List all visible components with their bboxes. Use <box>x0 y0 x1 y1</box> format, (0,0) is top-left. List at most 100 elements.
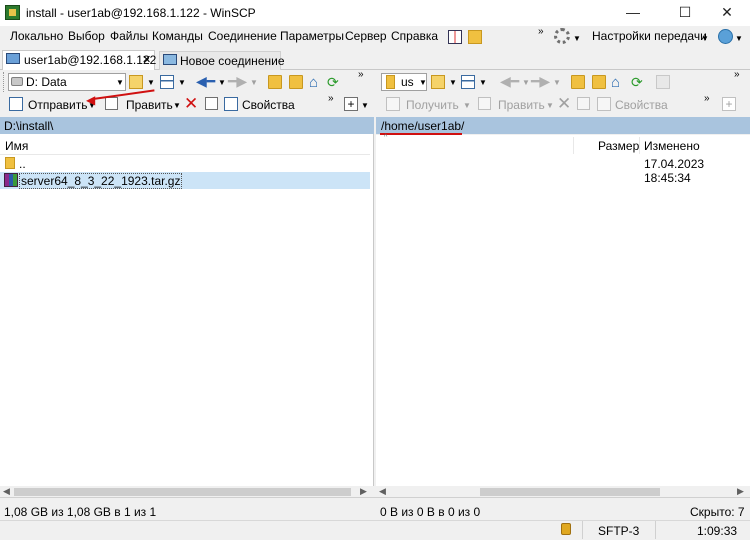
menu-files[interactable]: Файлы <box>110 29 148 43</box>
chevron-down-icon: ▼ <box>546 101 554 110</box>
open-folder-icon[interactable] <box>129 75 143 89</box>
chevron-down-icon[interactable]: ▼ <box>173 101 181 110</box>
chevron-down-icon[interactable]: ▼ <box>419 78 427 87</box>
menu-overflow-icon[interactable]: » <box>538 26 544 37</box>
hidden-count[interactable]: Скрыто: 7 <box>690 505 745 519</box>
chevron-down-icon[interactable]: ▼ <box>361 101 369 110</box>
archive-icon <box>4 173 18 187</box>
home-icon[interactable]: ⌂ <box>611 74 620 91</box>
left-path: D:\install\ <box>4 119 54 133</box>
column-size-header[interactable]: Размер <box>598 139 639 153</box>
chevron-down-icon: ▼ <box>250 78 258 87</box>
file-row-parent[interactable]: .. <box>19 157 26 171</box>
column-divider <box>639 137 640 154</box>
sync-icon[interactable] <box>468 30 482 44</box>
chevron-down-icon[interactable]: ▼ <box>178 78 186 87</box>
chevron-down-icon[interactable]: ▼ <box>449 78 457 87</box>
gear-icon[interactable] <box>554 28 570 44</box>
find-files-icon <box>656 75 670 89</box>
column-modified-header[interactable]: Изменено <box>644 139 700 153</box>
file-name[interactable]: server64_8_3_22_1923.tar.gz <box>19 173 183 189</box>
filter-icon[interactable] <box>160 75 174 89</box>
rename-icon <box>577 97 590 110</box>
menu-local[interactable]: Локально <box>10 29 63 43</box>
close-tab-icon[interactable]: ✕ <box>142 53 151 66</box>
chevron-down-icon: ▼ <box>463 101 471 110</box>
filter-icon[interactable] <box>461 75 475 89</box>
edit-button: Править <box>498 98 545 112</box>
menu-select[interactable]: Выбор <box>68 29 105 43</box>
menu-options[interactable]: Параметры <box>280 29 344 43</box>
back-icon: ◀━ <box>500 73 520 89</box>
parent-dir-icon[interactable] <box>268 75 282 89</box>
chevron-down-icon[interactable]: ▼ <box>479 78 487 87</box>
home-icon[interactable]: ⌂ <box>309 74 318 91</box>
chevron-down-icon[interactable]: ▼ <box>735 34 743 43</box>
chevron-down-icon[interactable]: ▼ <box>573 34 581 43</box>
maximize-button[interactable]: ☐ <box>662 0 708 26</box>
grid-icon[interactable] <box>448 30 462 44</box>
toolbar-overflow-icon[interactable]: » <box>734 69 740 80</box>
upload-icon[interactable] <box>9 97 23 111</box>
sort-indicator-icon: ^ <box>384 134 388 141</box>
left-path-bar[interactable] <box>0 117 374 134</box>
scroll-left-icon[interactable]: ◀ <box>3 486 10 497</box>
column-name-header[interactable]: Имя <box>5 139 28 153</box>
delete-icon[interactable]: ✕ <box>184 94 198 114</box>
new-icon[interactable]: + <box>344 97 358 111</box>
upload-button[interactable]: Отправить <box>28 98 88 112</box>
edit-button[interactable]: Править <box>126 98 173 112</box>
properties-button: Свойства <box>615 98 668 112</box>
remote-drive-label: us <box>401 75 414 89</box>
toolbar-overflow-icon[interactable]: » <box>704 93 710 104</box>
scroll-right-icon[interactable]: ▶ <box>360 486 367 497</box>
new-icon: + <box>722 97 736 111</box>
properties-button[interactable]: Свойства <box>242 98 295 112</box>
menu-server[interactable]: Сервер <box>345 29 387 43</box>
rename-icon[interactable] <box>205 97 218 110</box>
chevron-down-icon: ▼ <box>522 78 530 87</box>
lock-icon <box>561 523 571 535</box>
chevron-down-icon[interactable]: ▼ <box>218 78 226 87</box>
column-divider <box>573 137 574 154</box>
download-icon <box>386 97 400 111</box>
chevron-down-icon[interactable]: ▼ <box>701 34 709 43</box>
tab-session-label[interactable]: user1ab@192.168.1.122 <box>24 53 156 67</box>
refresh-icon[interactable]: ⟳ <box>327 74 339 91</box>
parent-dir-icon[interactable] <box>571 75 585 89</box>
header-divider <box>0 154 370 155</box>
right-file-list[interactable] <box>376 135 750 486</box>
status-separator <box>582 521 583 539</box>
toolbar-overflow-icon[interactable]: » <box>328 93 334 104</box>
globe-icon[interactable] <box>718 29 733 44</box>
refresh-icon[interactable]: ⟳ <box>631 74 643 91</box>
remote-row-modified: 17.04.2023 18:45:34 <box>644 157 705 185</box>
chevron-down-icon[interactable]: ▼ <box>147 78 155 87</box>
edit-icon[interactable] <box>105 97 118 110</box>
menu-help[interactable]: Справка <box>391 29 438 43</box>
remote-drive-icon <box>386 75 395 89</box>
minimize-button[interactable]: — <box>610 0 656 26</box>
scroll-left-icon[interactable]: ◀ <box>379 486 386 497</box>
properties-icon[interactable] <box>224 97 238 111</box>
root-dir-icon[interactable] <box>289 75 303 89</box>
root-dir-icon[interactable] <box>592 75 606 89</box>
transfer-settings-dropdown[interactable]: Настройки передачи <box>592 29 707 43</box>
session-timer: 1:09:33 <box>697 524 738 538</box>
forward-icon: ━▶ <box>531 73 551 89</box>
chevron-down-icon[interactable]: ▼ <box>116 78 124 87</box>
scroll-thumb[interactable] <box>480 488 660 496</box>
window-title: install - user1ab@192.168.1.122 - WinSCP <box>26 6 256 20</box>
parent-folder-icon <box>5 157 15 169</box>
winscp-logo-icon <box>5 5 20 20</box>
menu-connection[interactable]: Соединение <box>208 29 277 43</box>
tab-new-session-label[interactable]: Новое соединение <box>180 54 285 68</box>
back-icon[interactable]: ◀━ <box>196 74 215 88</box>
menu-commands[interactable]: Команды <box>152 29 203 43</box>
close-button[interactable]: ✕ <box>704 0 750 26</box>
scroll-thumb[interactable] <box>14 488 351 496</box>
toolbar-overflow-icon[interactable]: » <box>358 69 364 80</box>
drive-label: D: Data <box>26 75 67 89</box>
open-folder-icon[interactable] <box>431 75 445 89</box>
scroll-right-icon[interactable]: ▶ <box>737 486 744 497</box>
